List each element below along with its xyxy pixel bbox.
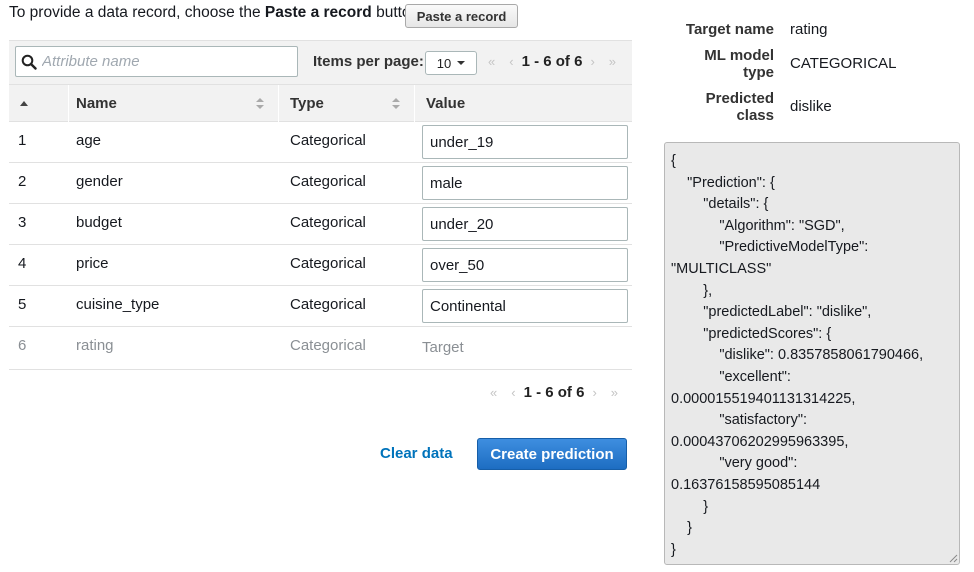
chevron-down-icon [457,61,466,65]
ml-model-type-label: ML model type [704,47,774,81]
table-toolbar: Items per page: 10 « ‹ 1 - 6 of 6 › » [9,40,632,84]
table-header: Name Type Value [9,84,632,122]
top-pagination: « ‹ 1 - 6 of 6 › » [488,53,616,70]
attribute-value-input[interactable] [422,207,628,241]
first-page-icon[interactable]: « [490,385,497,400]
paste-record-button[interactable]: Paste a record [405,4,518,28]
column-header-type[interactable]: Type [290,85,324,122]
attribute-value-input[interactable] [422,166,628,200]
items-per-page-select[interactable]: 10 [425,51,477,75]
bottom-pagination: « ‹ 1 - 6 of 6 › » [490,384,618,401]
sort-icon[interactable] [392,98,400,110]
table-row: 2 gender Categorical [9,163,632,204]
row-index: 4 [18,255,27,272]
attribute-name: gender [76,173,123,190]
attribute-search-input[interactable] [40,52,284,71]
predicted-class-label: Predicted class [705,90,774,124]
column-header-value: Value [426,95,466,112]
pagination-text: 1 - 6 of 6 [523,384,585,401]
table-row: 4 price Categorical [9,245,632,286]
attribute-name: budget [76,214,122,231]
pagination-text: 1 - 6 of 6 [521,53,583,70]
last-page-icon[interactable]: » [609,54,616,69]
attribute-name: rating [76,337,114,354]
column-header-name[interactable]: Name [76,85,117,122]
prev-page-icon[interactable]: ‹ [509,54,513,69]
attribute-name: price [76,255,109,272]
items-per-page-value: 10 [436,55,452,71]
next-page-icon[interactable]: › [590,54,594,69]
predicted-class-value: dislike [790,98,832,115]
attribute-type: Categorical [290,255,366,272]
sort-ascending-icon[interactable] [20,101,28,106]
ml-model-type-value: CATEGORICAL [790,55,897,72]
attribute-type: Categorical [290,296,366,313]
attribute-type: Categorical [290,173,366,190]
table-row-target: 6 rating Categorical Target [9,327,632,370]
attribute-value-input[interactable] [422,289,628,323]
attribute-type: Categorical [290,337,366,354]
items-per-page-label: Items per page: [313,53,424,70]
target-value-label: Target [422,339,464,356]
intro-bold: Paste a record [264,4,372,21]
row-index: 2 [18,173,27,190]
table-row: 5 cuisine_type Categorical [9,286,632,327]
attribute-value-input[interactable] [422,248,628,282]
last-page-icon[interactable]: » [611,385,618,400]
prev-page-icon[interactable]: ‹ [511,385,515,400]
first-page-icon[interactable]: « [488,54,495,69]
create-prediction-button[interactable]: Create prediction [477,438,627,470]
attribute-search[interactable] [15,46,298,77]
attribute-type: Categorical [290,214,366,231]
row-index: 3 [18,214,27,231]
attribute-type: Categorical [290,132,366,149]
clear-data-link[interactable]: Clear data [380,445,453,462]
table-row: 3 budget Categorical [9,204,632,245]
attribute-name: cuisine_type [76,296,160,313]
prediction-json-textarea[interactable]: { "Prediction": { "details": { "Algorith… [664,142,960,565]
table-row: 1 age Categorical [9,122,632,163]
intro-text: To provide a data record, choose the Pas… [9,4,424,21]
target-name-label: Target name [685,21,774,38]
row-index: 5 [18,296,27,313]
resize-handle-icon[interactable] [948,553,958,563]
attribute-value-input[interactable] [422,125,628,159]
next-page-icon[interactable]: › [592,385,596,400]
row-index: 6 [18,337,27,354]
row-index: 1 [18,132,27,149]
sort-icon[interactable] [256,98,264,110]
search-icon [21,54,37,70]
target-name-value: rating [790,21,828,38]
attribute-name: age [76,132,102,149]
